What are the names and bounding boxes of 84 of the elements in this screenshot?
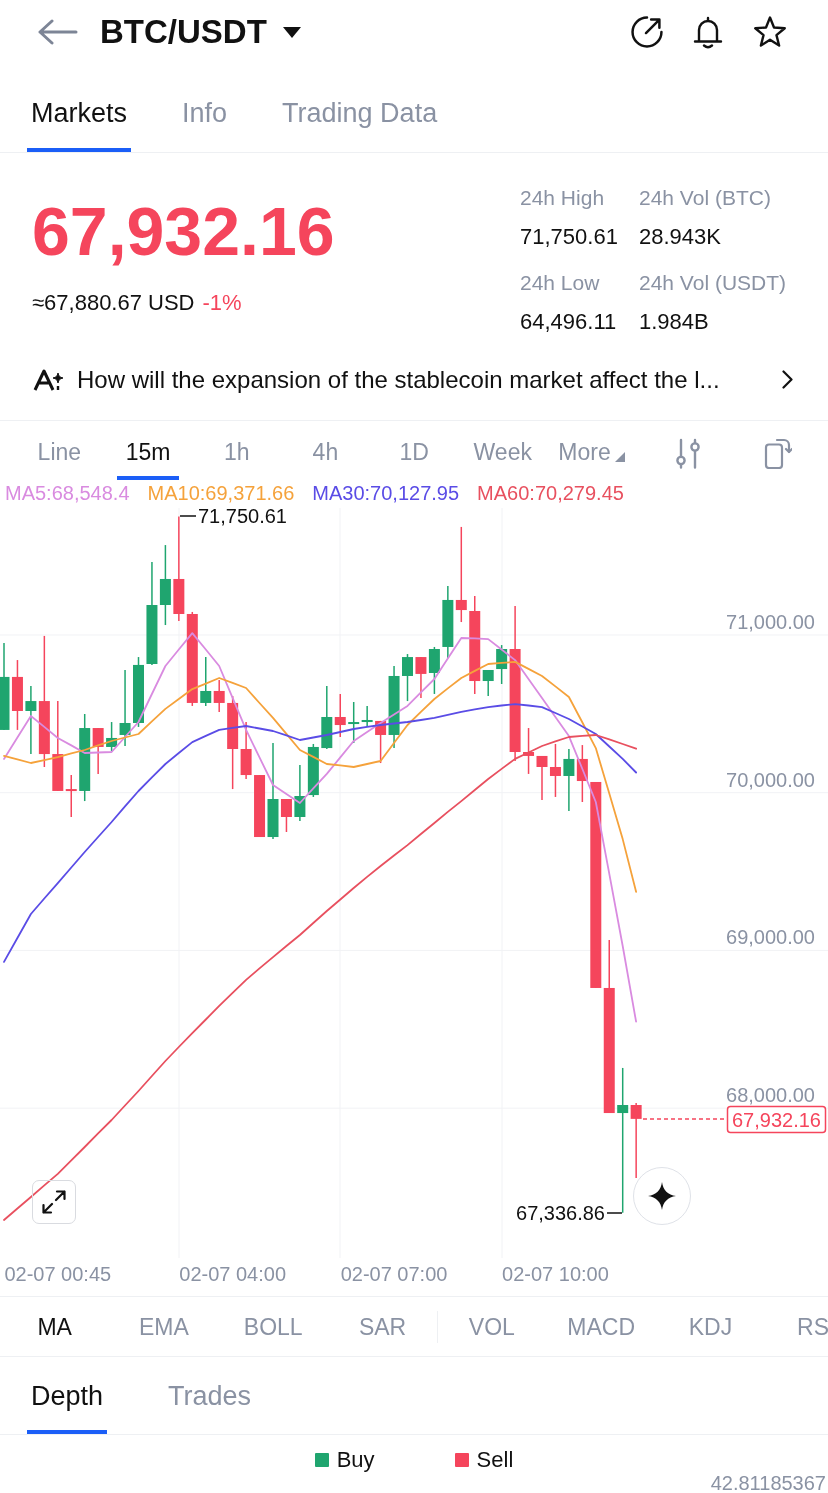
indicator-tab[interactable]: EMA xyxy=(109,1306,219,1347)
ma-legend-label: MA5:68,548.4 xyxy=(5,482,130,505)
tab[interactable]: Info xyxy=(178,97,232,152)
tab[interactable]: Trades xyxy=(164,1380,256,1434)
interval-tab[interactable]: Line xyxy=(15,438,104,480)
time-axis-label: 02-07 10:00 xyxy=(502,1263,609,1285)
interval-tab[interactable]: 15m xyxy=(103,438,193,480)
caret-icon xyxy=(282,26,301,38)
price-axis-label: 69,000.00 xyxy=(726,926,815,949)
expand-button[interactable] xyxy=(32,1180,76,1224)
stat-label: 24h High xyxy=(520,185,605,211)
leader-line xyxy=(606,1212,623,1214)
time-axis-label: 02-07 04:00 xyxy=(179,1263,287,1285)
dropdown-triangle-icon xyxy=(614,452,625,462)
stat-value: 64,496.11 xyxy=(520,309,617,335)
interval-tab[interactable]: 1D xyxy=(369,438,459,480)
star-icon xyxy=(753,16,787,48)
ai-sparkle-icon xyxy=(33,368,65,391)
fiat-price: ≈67,880.67 USD xyxy=(32,289,195,317)
ma-legend-label: MA10:69,371.66 xyxy=(147,482,295,505)
sliders-icon xyxy=(674,437,701,469)
candlestick xyxy=(563,748,575,812)
price-axis-label: 71,000.00 xyxy=(726,610,815,633)
indicator-tab[interactable]: VOL xyxy=(437,1306,547,1347)
chart-settings-button[interactable] xyxy=(674,437,701,469)
chevron-right-icon xyxy=(782,370,793,389)
back-arrow-icon xyxy=(38,19,78,45)
more-dropdown[interactable]: More xyxy=(547,438,636,480)
candlestick xyxy=(402,653,413,702)
candlestick xyxy=(523,727,535,775)
price-change: -1% xyxy=(202,289,242,317)
candlestick xyxy=(428,646,440,695)
stat-label: 24h Low xyxy=(520,270,600,296)
candlestick xyxy=(576,744,588,803)
rotate-screen-icon xyxy=(763,437,792,469)
share-icon xyxy=(631,16,663,48)
bell-icon xyxy=(693,15,723,49)
legend-label: Sell xyxy=(476,1447,514,1473)
stat-label: 24h Vol (USDT) xyxy=(639,270,787,296)
candlestick xyxy=(536,755,548,801)
time-axis-label: 02-07 07:00 xyxy=(340,1263,448,1285)
leader-line xyxy=(179,515,197,517)
news-headline-link[interactable]: How will the expansion of the stablecoin market affect the l... xyxy=(77,364,770,395)
stat-value: 1.984B xyxy=(639,309,709,335)
rotate-screen-button[interactable] xyxy=(763,437,792,469)
stat-label: 24h Vol (BTC) xyxy=(639,185,771,211)
legend-label: Buy xyxy=(336,1447,375,1473)
expand-icon xyxy=(42,1190,66,1214)
indicator-tab[interactable]: BOLL xyxy=(218,1306,328,1347)
stat-value: 71,750.61 xyxy=(520,224,618,250)
ma-legend-label: MA30:70,127.95 xyxy=(312,482,460,505)
candlestick xyxy=(294,764,306,822)
share-button[interactable] xyxy=(631,16,663,48)
high-price-label: 71,750.61 xyxy=(198,507,287,527)
time-axis-label: 02-07 00:45 xyxy=(4,1263,112,1285)
price-axis-label: 70,000.00 xyxy=(726,768,815,791)
candlestick xyxy=(415,656,427,699)
candlestick xyxy=(11,659,23,731)
interval-tab[interactable]: 1h xyxy=(192,438,282,480)
candlestick xyxy=(307,743,319,798)
candlestick xyxy=(133,656,144,728)
indicator-tab[interactable]: MA xyxy=(0,1306,110,1347)
depth-axis-label: 42.81185367 xyxy=(709,1473,827,1493)
ma-legend-label: MA60:70,279.45 xyxy=(477,482,624,505)
indicator-tab[interactable]: KDJ xyxy=(655,1306,766,1347)
tab[interactable]: Depth xyxy=(27,1380,108,1434)
indicator-tab[interactable]: RS xyxy=(765,1306,828,1347)
last-price: 67,932.16 xyxy=(32,193,335,269)
interval-tab[interactable]: 4h xyxy=(281,438,370,480)
low-price-label: 67,336.86 xyxy=(516,1202,605,1224)
last-price-tag: 67,932.16 xyxy=(726,1105,827,1134)
interval-tab[interactable]: Week xyxy=(458,438,548,480)
sparkle-icon xyxy=(648,1182,676,1210)
candlestick xyxy=(549,743,561,798)
tab[interactable]: Markets xyxy=(27,97,132,152)
stat-value: 28.943K xyxy=(639,224,721,250)
tab[interactable]: Trading Data xyxy=(278,97,442,152)
indicator-tab[interactable]: MACD xyxy=(546,1306,656,1347)
back-button[interactable] xyxy=(38,19,78,45)
price-axis-label: 68,000.00 xyxy=(726,1084,815,1107)
pair-selector-button[interactable]: BTC/USDT xyxy=(100,12,301,52)
alert-button[interactable] xyxy=(693,15,723,49)
indicator-tab[interactable]: SAR xyxy=(327,1306,438,1347)
favorite-button[interactable] xyxy=(753,16,787,48)
